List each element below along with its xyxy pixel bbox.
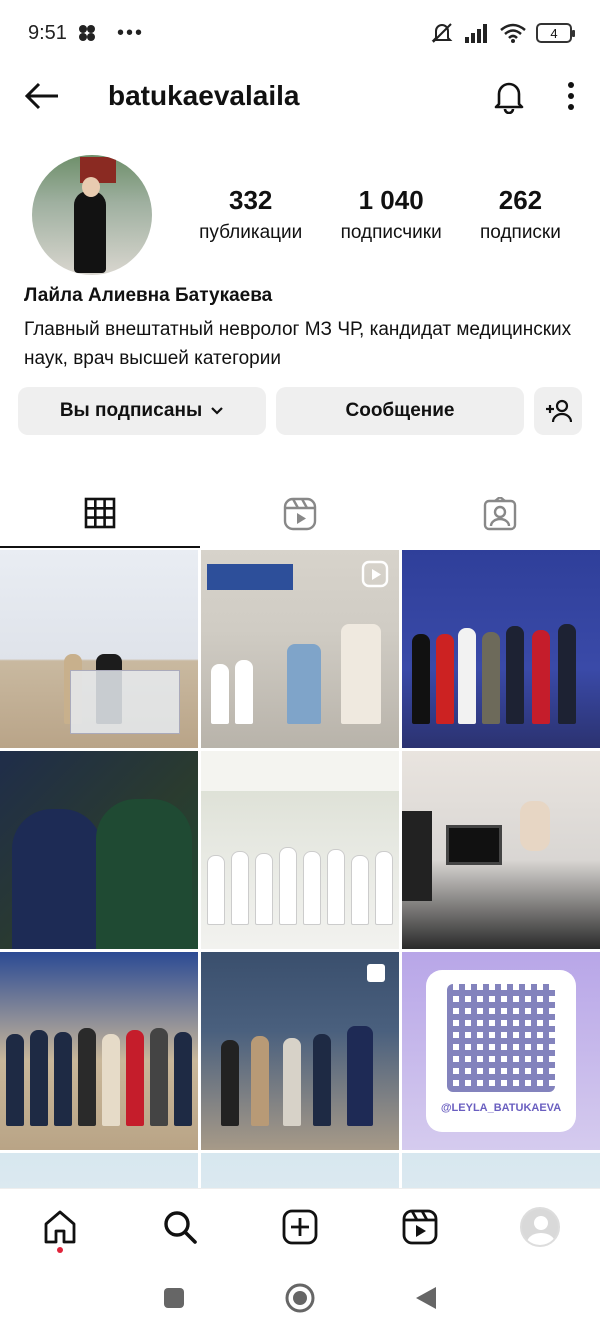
profile-actions: Вы подписаны Сообщение — [18, 387, 584, 435]
stat-posts-label: публикации — [199, 222, 303, 243]
profile-bio: Лайла Алиевна Батукаева Главный внештатн… — [24, 285, 584, 373]
profile-avatar[interactable] — [32, 155, 152, 275]
bottom-navigation — [0, 1188, 600, 1264]
more-vertical-icon[interactable] — [566, 81, 576, 111]
home-button-icon[interactable] — [284, 1282, 316, 1314]
suggest-people-button[interactable] — [534, 387, 582, 435]
nav-search[interactable] — [150, 1197, 210, 1257]
add-person-icon — [546, 399, 572, 423]
own-profile-avatar — [520, 1206, 560, 1247]
wifi-icon — [500, 23, 526, 43]
notification-dot — [57, 1246, 63, 1253]
nav-create[interactable] — [270, 1197, 330, 1257]
stat-followers[interactable]: 1 040 подписчики — [341, 185, 442, 244]
stat-followers-value: 1 040 — [358, 185, 424, 215]
post-thumbnail[interactable] — [0, 952, 198, 1150]
status-bar: 9:51 ••• 4 — [0, 0, 600, 66]
qr-handle: @LEYLA_BATUKAEVA — [440, 1102, 562, 1114]
post-thumbnail[interactable] — [201, 1153, 399, 1190]
post-thumbnail[interactable] — [402, 1153, 600, 1190]
bell-icon[interactable] — [492, 78, 526, 114]
battery-icon: 4 — [536, 23, 575, 43]
grid-icon — [84, 497, 116, 529]
search-icon — [164, 1210, 197, 1244]
nav-home[interactable] — [30, 1197, 90, 1257]
stat-following-label: подписки — [480, 222, 561, 243]
post-thumbnail[interactable] — [201, 952, 399, 1150]
tab-reels[interactable] — [200, 480, 400, 548]
stat-following-value: 262 — [498, 185, 543, 215]
reels-nav-icon — [402, 1209, 438, 1244]
profile-bio-text: Главный внештатный невролог МЗ ЧР, канди… — [24, 319, 572, 369]
reels-icon — [283, 497, 317, 531]
post-thumbnail[interactable] — [402, 550, 600, 748]
post-thumbnail[interactable] — [201, 550, 399, 748]
back-button-icon[interactable] — [414, 1285, 438, 1311]
profile-full-name: Лайла Алиевна Батукаева — [24, 285, 273, 306]
post-thumbnail[interactable] — [0, 751, 198, 949]
post-thumbnail[interactable] — [201, 751, 399, 949]
mute-icon — [431, 23, 453, 43]
tab-tagged[interactable] — [400, 480, 600, 548]
stat-posts-value: 332 — [229, 185, 273, 215]
recent-apps-icon[interactable] — [162, 1286, 186, 1310]
message-button-label: Сообщение — [345, 400, 455, 421]
tagged-icon — [483, 497, 517, 531]
profile-tabs — [0, 480, 600, 548]
posts-grid: @LEYLA_BATUKAEVA — [0, 550, 600, 1190]
profile-header: batukaevalaila — [0, 66, 600, 126]
following-button-label: Вы подписаны — [59, 400, 203, 421]
qr-card: @LEYLA_BATUKAEVA — [426, 970, 576, 1132]
clover-icon — [78, 25, 95, 41]
post-thumbnail[interactable] — [0, 550, 198, 748]
nav-reels[interactable] — [390, 1197, 450, 1257]
message-button[interactable]: Сообщение — [276, 387, 524, 435]
reel-badge-icon — [361, 560, 389, 588]
nav-profile[interactable] — [510, 1197, 570, 1257]
system-navigation — [0, 1264, 600, 1332]
profile-username: batukaevalaila — [108, 80, 300, 111]
tab-posts-grid[interactable] — [0, 480, 200, 548]
stat-posts[interactable]: 332 публикации — [199, 185, 302, 244]
create-icon — [282, 1209, 318, 1244]
qr-code-icon — [447, 984, 555, 1092]
stat-followers-label: подписчики — [340, 222, 442, 243]
signal-icon — [465, 24, 487, 43]
post-thumbnail[interactable] — [0, 1153, 198, 1190]
stat-following[interactable]: 262 подписки — [480, 185, 561, 244]
status-time: 9:51 — [28, 21, 67, 44]
carousel-badge-icon — [367, 964, 385, 982]
battery-level: 4 — [550, 25, 558, 41]
following-button[interactable]: Вы подписаны — [18, 387, 266, 435]
profile-stats: 332 публикации 1 040 подписчики 262 подп… — [180, 185, 580, 244]
post-thumbnail[interactable]: @LEYLA_BATUKAEVA — [402, 952, 600, 1150]
chevron-down-icon — [211, 407, 223, 415]
post-thumbnail[interactable] — [402, 751, 600, 949]
back-arrow-icon[interactable] — [24, 81, 60, 111]
home-icon — [44, 1210, 76, 1243]
status-more-dots: ••• — [116, 21, 144, 44]
